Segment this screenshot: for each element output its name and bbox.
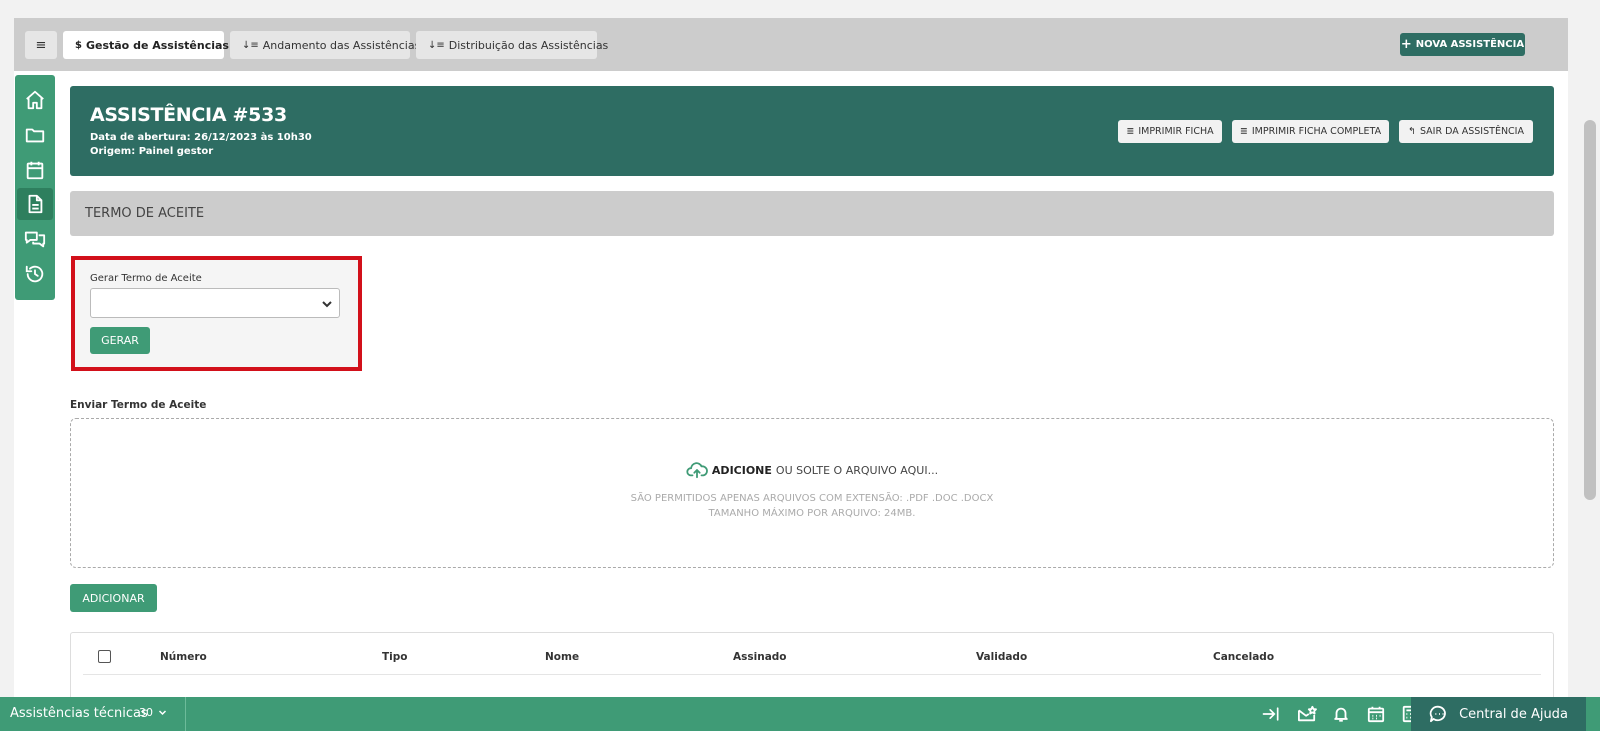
exit-assistance-button[interactable]: ↰ SAIR DA ASSISTÊNCIA <box>1399 120 1533 143</box>
calendar-icon <box>26 161 44 180</box>
print-button[interactable]: ≣ IMPRIMIR FICHA <box>1118 120 1222 143</box>
page-scrollbar[interactable] <box>1584 120 1596 500</box>
nav-item-calendar[interactable] <box>17 154 53 186</box>
table-header-row: Número Tipo Nome Assinado Validado Cance… <box>83 633 1541 675</box>
column-header-validado[interactable]: Validado <box>976 651 1027 663</box>
chevron-down-icon <box>158 710 167 716</box>
tab-label: Distribuição das Assistências <box>448 38 609 52</box>
calendar-icon <box>1367 706 1385 723</box>
allowed-extensions: SÃO PERMITIDOS APENAS ARQUIVOS COM EXTEN… <box>630 493 994 504</box>
drop-text: OU SOLTE O ARQUIVO AQUI... <box>775 463 939 477</box>
list-icon: ≣ <box>1126 126 1135 137</box>
button-label: GERAR <box>101 334 139 347</box>
assistance-count: 30 <box>139 706 153 719</box>
column-header-cancelado[interactable]: Cancelado <box>1213 651 1274 663</box>
assistance-title: ASSISTÊNCIA #533 <box>90 104 287 126</box>
chat-bubble-icon <box>1429 705 1446 723</box>
nav-item-home[interactable] <box>17 84 53 116</box>
dollar-icon: $ <box>75 39 82 51</box>
column-header-numero[interactable]: Número <box>160 651 207 663</box>
dropzone-instructions: ADICIONE OU SOLTE O ARQUIVO AQUI... <box>71 461 1553 479</box>
button-label: SAIR DA ASSISTÊNCIA <box>1419 126 1524 137</box>
cloud-upload-icon <box>686 462 708 479</box>
reply-icon: ↰ <box>1407 126 1416 137</box>
print-full-button[interactable]: ≣ IMPRIMIR FICHA COMPLETA <box>1232 120 1389 143</box>
chevron-down-icon <box>322 301 332 308</box>
tab-label: Andamento das Assistências <box>262 38 421 52</box>
tab-distribuicao-assistencias[interactable]: ↓≡ Distribuição das Assistências <box>416 31 608 59</box>
folder-icon <box>25 128 45 143</box>
upload-label: Enviar Termo de Aceite <box>70 399 207 411</box>
add-strong-text[interactable]: ADICIONE <box>712 464 772 477</box>
generate-term-box: Gerar Termo de Aceite GERAR <box>71 256 362 371</box>
bottom-bar-title[interactable]: Assistências técnicas <box>10 706 148 721</box>
nav-item-chat[interactable] <box>17 223 53 255</box>
collapse-button[interactable] <box>1261 705 1281 723</box>
help-center-label: Central de Ajuda <box>1459 706 1568 722</box>
sort-icon: ↓≡ <box>428 39 445 51</box>
bell-icon <box>1334 707 1348 722</box>
file-dropzone[interactable]: ADICIONE OU SOLTE O ARQUIVO AQUI... SÃO … <box>70 418 1554 568</box>
calendar-button[interactable] <box>1366 705 1386 723</box>
select-all-checkbox[interactable] <box>98 650 111 663</box>
tab-label: Gestão de Assistências <box>85 38 229 52</box>
tab-andamento-assistencias[interactable]: ↓≡ Andamento das Assistências <box>230 31 420 59</box>
origin: Origem: Painel gestor <box>90 146 214 157</box>
chat-icon <box>24 231 46 248</box>
assistance-header: ASSISTÊNCIA #533 Data de abertura: 26/12… <box>70 86 1554 176</box>
generate-term-label: Gerar Termo de Aceite <box>90 273 202 284</box>
top-tab-bar: ≡ $ Gestão de Assistências ↓≡ Andamento … <box>14 18 1568 71</box>
document-icon <box>28 194 43 214</box>
menu-icon: ≡ <box>35 37 47 53</box>
opening-date: Data de abertura: 26/12/2023 às 10h30 <box>90 132 312 143</box>
history-icon <box>25 265 44 283</box>
nova-assistencia-button[interactable]: + NOVA ASSISTÊNCIA <box>1400 33 1525 56</box>
divider <box>185 697 186 731</box>
generate-button[interactable]: GERAR <box>90 327 150 354</box>
assistance-count-dropdown[interactable]: 30 <box>139 706 167 719</box>
help-center-button[interactable]: Central de Ajuda <box>1411 697 1586 731</box>
nav-item-document[interactable] <box>17 188 53 220</box>
add-file-button[interactable]: ADICIONAR <box>70 584 157 612</box>
button-label: IMPRIMIR FICHA <box>1138 126 1214 137</box>
nav-item-history[interactable] <box>17 258 53 290</box>
menu-toggle-button[interactable]: ≡ <box>25 31 57 59</box>
button-label: ADICIONAR <box>82 591 145 605</box>
column-header-tipo[interactable]: Tipo <box>382 651 408 663</box>
column-header-assinado[interactable]: Assinado <box>733 651 787 663</box>
button-label: NOVA ASSISTÊNCIA <box>1415 39 1525 50</box>
terms-table: Número Tipo Nome Assinado Validado Cance… <box>70 632 1554 698</box>
term-type-select[interactable] <box>90 288 340 318</box>
mail-star-icon <box>1298 705 1317 722</box>
tab-gestao-assistencias[interactable]: $ Gestão de Assistências <box>63 31 229 59</box>
nav-item-folder[interactable] <box>17 119 53 151</box>
announcements-button[interactable] <box>1296 705 1318 723</box>
side-nav <box>15 75 55 300</box>
list-icon: ≣ <box>1239 126 1248 137</box>
bottom-bar: Assistências técnicas 30 Central de Ajud… <box>0 697 1600 731</box>
arrow-to-right-icon <box>1262 707 1279 721</box>
section-title-text: TERMO DE ACEITE <box>85 206 205 221</box>
home-icon <box>26 90 44 110</box>
section-title: TERMO DE ACEITE <box>70 191 1554 236</box>
plus-icon: + <box>1400 37 1412 52</box>
column-header-nome[interactable]: Nome <box>545 651 579 663</box>
sort-icon: ↓≡ <box>242 39 259 51</box>
max-file-size: TAMANHO MÁXIMO POR ARQUIVO: 24MB. <box>708 508 916 519</box>
notifications-button[interactable] <box>1332 705 1350 723</box>
button-label: IMPRIMIR FICHA COMPLETA <box>1251 126 1382 137</box>
